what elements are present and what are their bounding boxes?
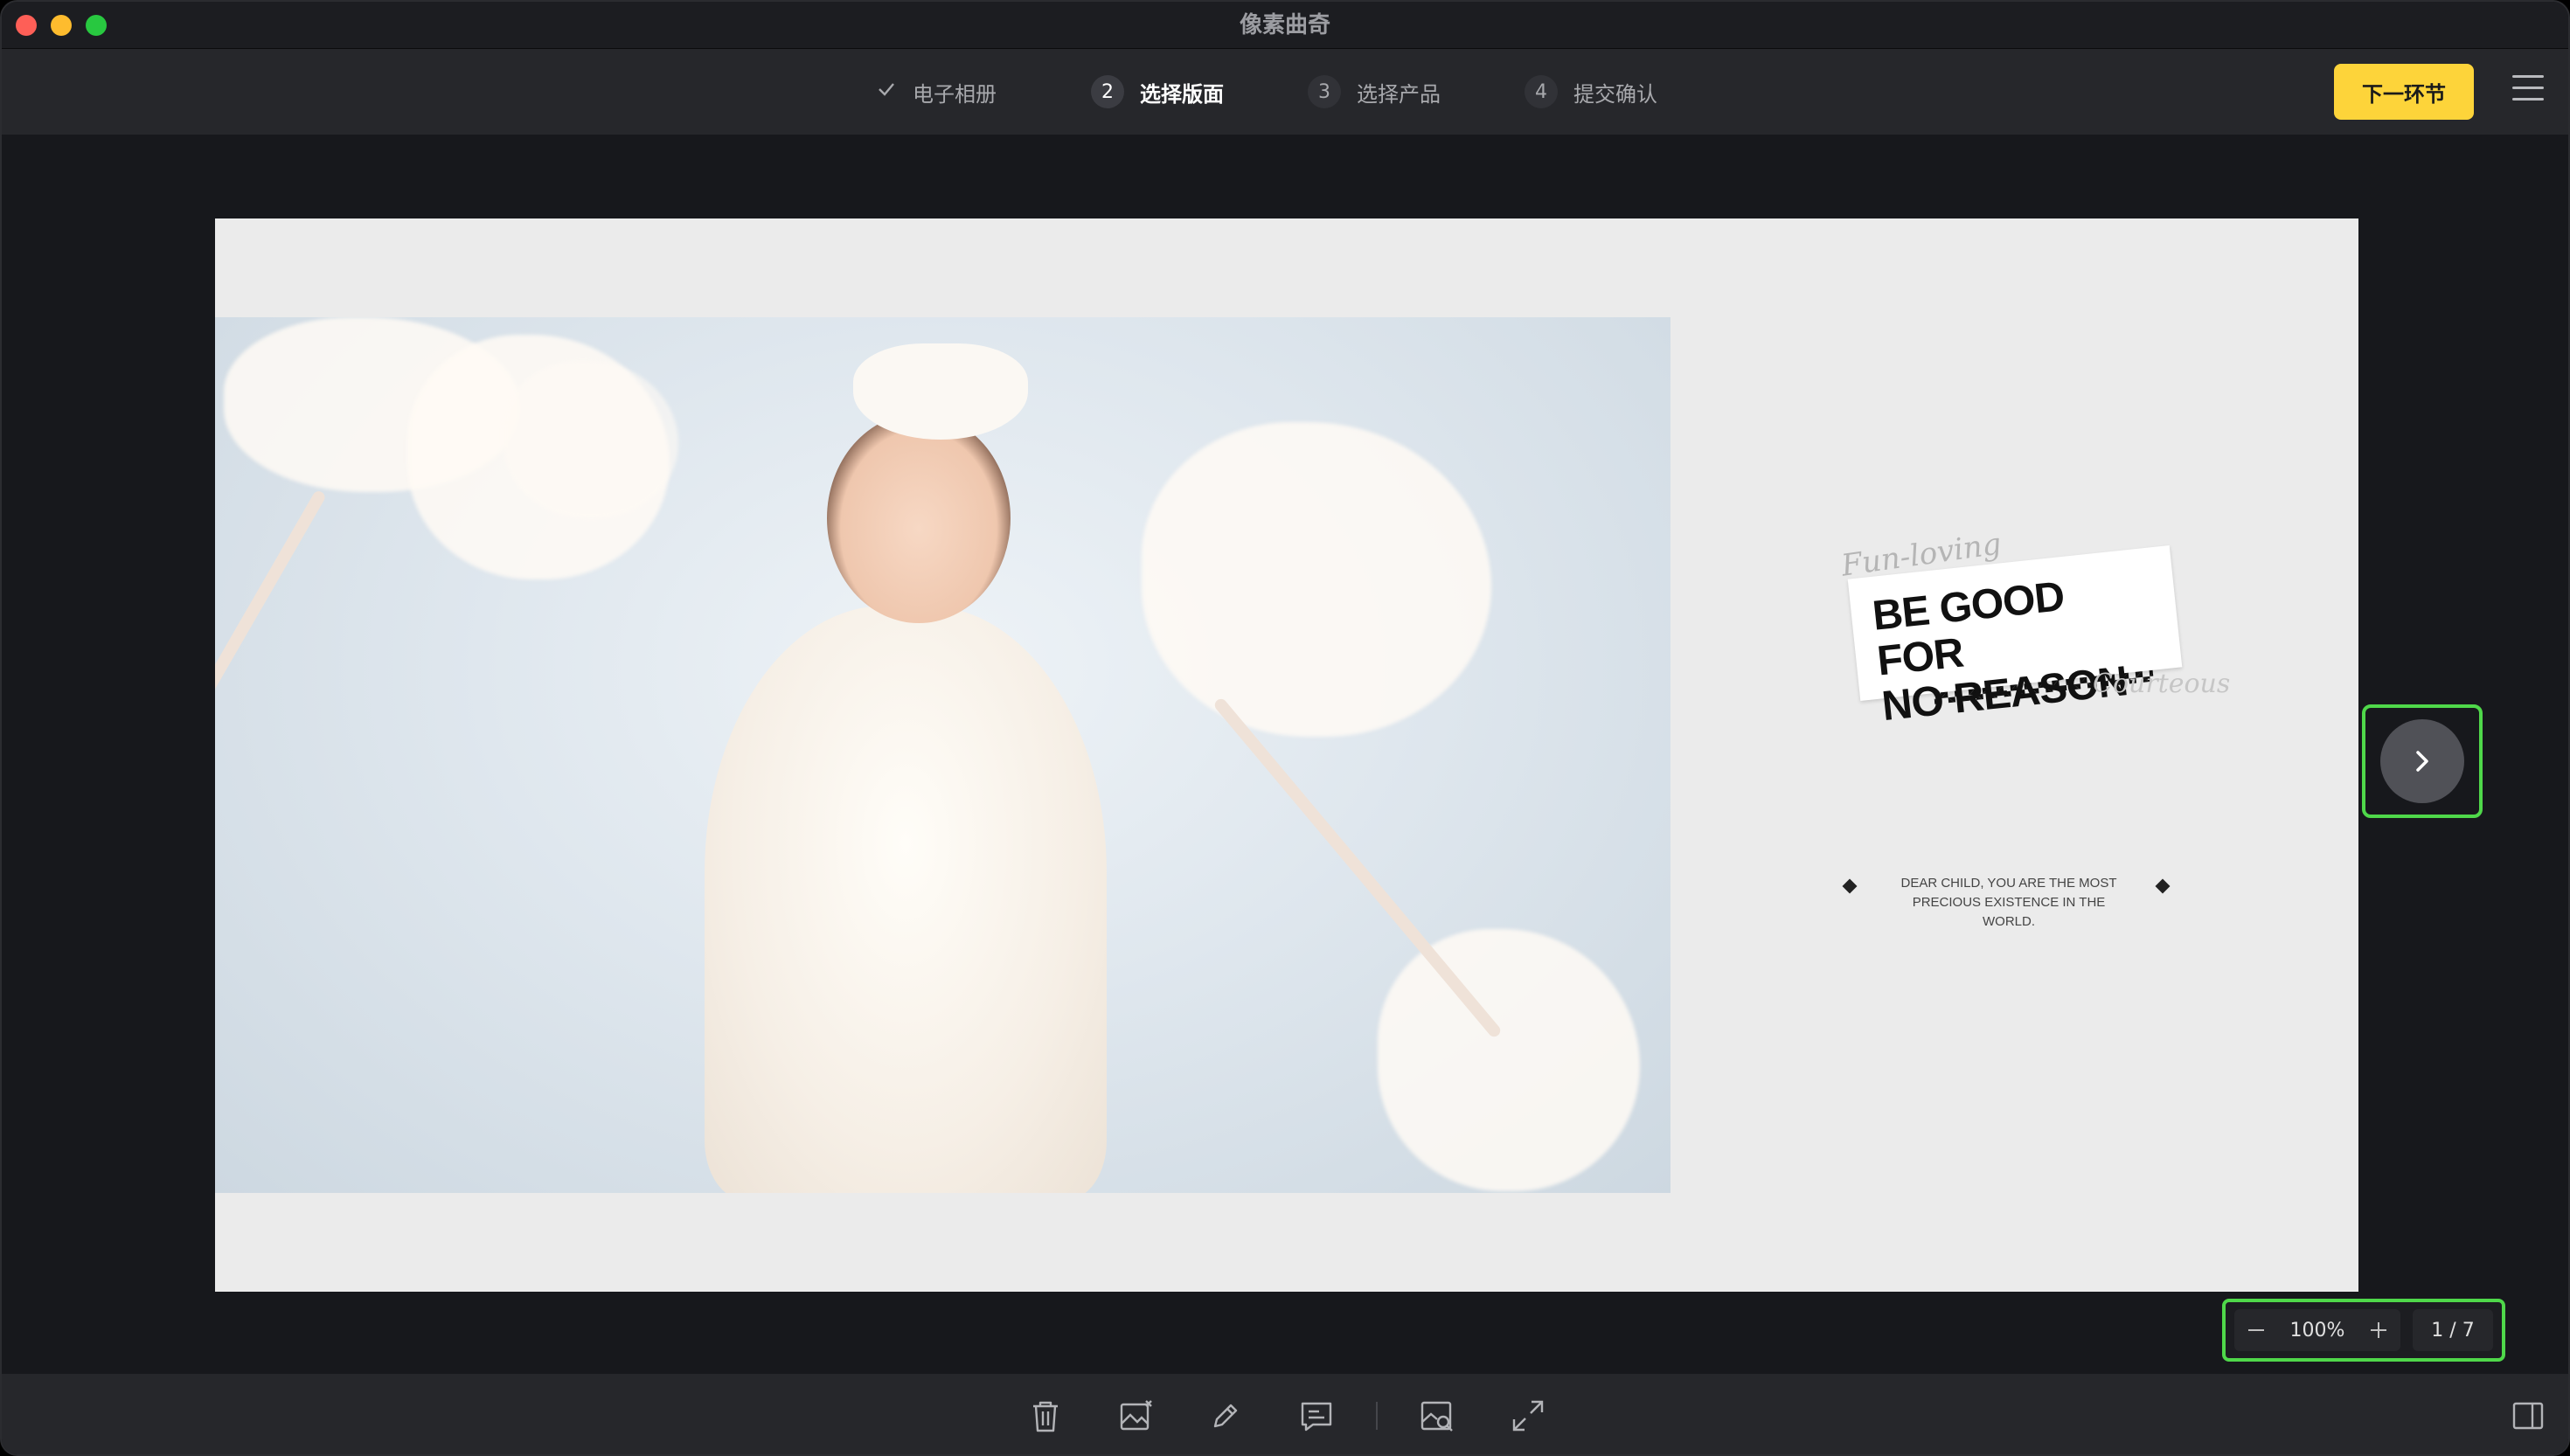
zoom-value: 100% <box>2289 1319 2345 1342</box>
app-window: 像素曲奇 电子相册 2 选择版面 3 选择产品 4 提交确认 下一环节 Fun-… <box>0 0 2570 1456</box>
script-text-bottom: Courteous <box>2093 669 2231 699</box>
diamond-icon <box>2155 878 2171 894</box>
step-number: 3 <box>1308 75 1341 108</box>
step-label: 提交确认 <box>1573 81 1657 107</box>
next-stage-button[interactable]: 下一环节 <box>2334 64 2474 120</box>
diamond-icon <box>1842 878 1858 894</box>
bottom-toolbar <box>2 1374 2568 1454</box>
step-electronic-album[interactable]: 电子相册 <box>876 72 997 112</box>
slogan-graphic[interactable]: Fun-loving BE GOOD FOR NO REASON Courteo… <box>1839 526 2230 730</box>
step-select-layout[interactable]: 2 选择版面 <box>1091 72 1224 112</box>
album-page[interactable]: Fun-loving BE GOOD FOR NO REASON Courteo… <box>215 218 2358 1292</box>
zoom-in-icon[interactable] <box>2367 1319 2390 1342</box>
editor-canvas: Fun-loving BE GOOD FOR NO REASON Courteo… <box>2 135 2568 1374</box>
step-number: 2 <box>1091 75 1124 108</box>
title-bar: 像素曲奇 <box>2 2 2568 49</box>
image-search-icon[interactable] <box>1416 1395 1458 1437</box>
chevron-right-icon <box>2416 751 2428 772</box>
check-icon <box>876 79 897 105</box>
page-indicator: 1 / 7 <box>2413 1309 2493 1351</box>
zoom-controls: 100% 1 / 7 <box>2222 1299 2505 1362</box>
next-page-button[interactable] <box>2362 704 2483 818</box>
step-number: 4 <box>1525 75 1558 108</box>
zoom-out-icon[interactable] <box>2245 1319 2268 1342</box>
step-label: 选择版面 <box>1140 81 1224 107</box>
window-title: 像素曲奇 <box>1239 12 1330 38</box>
hamburger-menu-icon[interactable] <box>2512 75 2546 107</box>
step-label: 电子相册 <box>913 81 997 107</box>
caption-text[interactable]: DEAR CHILD, YOU ARE THE MOST PRECIOUS EX… <box>1842 874 2175 929</box>
trash-icon[interactable] <box>1025 1395 1066 1437</box>
top-toolbar: 电子相册 2 选择版面 3 选择产品 4 提交确认 下一环节 <box>2 49 2568 135</box>
replace-image-icon[interactable] <box>1115 1395 1157 1437</box>
toolbar-divider <box>1376 1402 1378 1430</box>
fullscreen-icon[interactable] <box>1507 1395 1549 1437</box>
step-indicator: 电子相册 2 选择版面 3 选择产品 4 提交确认 <box>2 49 2568 135</box>
text-box-icon[interactable] <box>1295 1395 1337 1437</box>
zoom-group: 100% <box>2234 1309 2400 1351</box>
step-label: 选择产品 <box>1357 81 1441 107</box>
edit-pen-icon[interactable] <box>1205 1395 1247 1437</box>
page-photo[interactable] <box>215 317 1670 1193</box>
step-select-product[interactable]: 3 选择产品 <box>1308 72 1441 112</box>
step-submit-confirm[interactable]: 4 提交确认 <box>1525 72 1657 112</box>
side-panel-toggle-icon[interactable] <box>2507 1395 2549 1437</box>
